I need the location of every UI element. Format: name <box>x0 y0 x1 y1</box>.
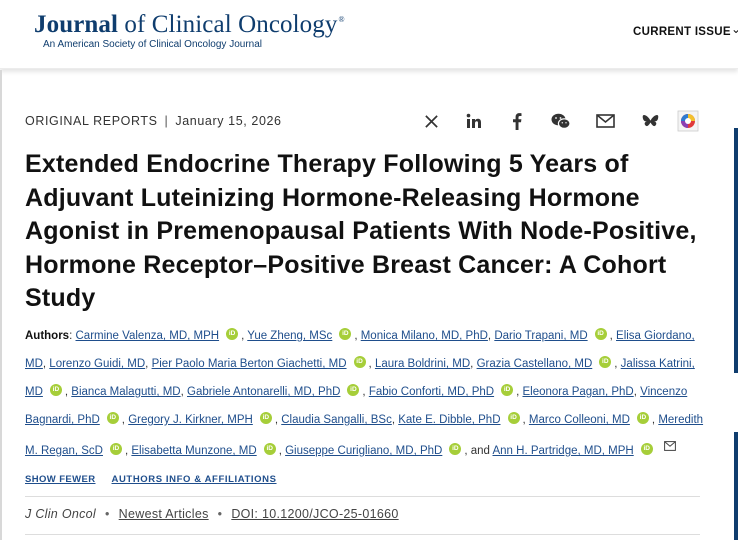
author-link[interactable]: Gregory J. Kirkner, MPH <box>128 414 253 426</box>
divider <box>25 534 700 535</box>
orcid-icon[interactable]: iD <box>449 443 462 455</box>
authors-label: Authors <box>25 330 70 342</box>
publication-date: January 15, 2026 <box>175 114 282 128</box>
bluesky-icon[interactable] <box>639 110 661 132</box>
bullet-separator: • <box>217 507 223 521</box>
authors-info-link[interactable]: AUTHORS INFO & AFFILIATIONS <box>112 474 277 485</box>
author-link[interactable]: Pier Paolo Maria Berton Giachetti, MD <box>152 358 347 370</box>
author-link[interactable]: Carmine Valenza, MD, MPH <box>76 330 220 342</box>
left-divider <box>0 70 2 540</box>
author-link[interactable]: Ann H. Partridge, MD, MPH <box>492 445 633 457</box>
author-link[interactable]: Grazia Castellano, MD <box>477 358 593 370</box>
orcid-icon[interactable]: iD <box>49 384 62 396</box>
divider <box>25 496 700 497</box>
journal-abbrev: J Clin Oncol <box>25 507 96 521</box>
author-link[interactable]: Laura Boldrini, MD <box>375 358 470 370</box>
author-link[interactable]: Monica Milano, MD, PhD <box>361 330 488 342</box>
journal-subtitle: An American Society of Clinical Oncology… <box>43 39 262 50</box>
current-issue-menu[interactable]: CURRENT ISSUE <box>633 26 731 38</box>
orcid-icon[interactable]: iD <box>106 412 119 424</box>
author-link[interactable]: Bianca Malagutti, MD <box>71 386 180 398</box>
wechat-icon[interactable] <box>550 110 572 132</box>
author-link[interactable]: Yue Zheng, MSc <box>247 330 332 342</box>
site-header: Journal of Clinical Oncology® An America… <box>0 0 738 69</box>
orcid-icon[interactable]: iD <box>640 443 653 455</box>
author-link[interactable]: Eleonora Pagan, PhD <box>522 386 633 398</box>
citation-line: J Clin Oncol • Newest Articles • DOI: 10.120… <box>25 507 399 521</box>
doi-link[interactable]: DOI: 10.1200/JCO-25-01660 <box>231 507 398 521</box>
bullet-separator: • <box>104 507 110 521</box>
author-link[interactable]: Kate E. Dibble, PhD <box>398 414 500 426</box>
right-side-tab[interactable] <box>734 128 738 373</box>
x-icon[interactable] <box>420 110 442 132</box>
meta-separator: | <box>164 114 169 128</box>
altmetric-badge[interactable] <box>677 110 699 132</box>
orcid-icon[interactable]: iD <box>594 328 607 340</box>
newest-articles-link[interactable]: Newest Articles <box>119 507 209 521</box>
orcid-icon[interactable]: iD <box>263 443 276 455</box>
orcid-icon[interactable]: iD <box>347 384 360 396</box>
right-side-tab-2[interactable] <box>734 432 738 540</box>
author-link[interactable]: Claudia Sangalli, BSc <box>281 414 392 426</box>
article-type[interactable]: ORIGINAL REPORTS <box>25 114 158 128</box>
orcid-icon[interactable]: iD <box>507 412 520 424</box>
author-link[interactable]: Marco Colleoni, MD <box>529 414 630 426</box>
journal-logo[interactable]: Journal of Clinical Oncology® <box>34 11 345 39</box>
author-link[interactable]: Elisabetta Munzone, MD <box>131 445 256 457</box>
email-icon[interactable] <box>594 110 616 132</box>
author-link[interactable]: Dario Trapani, MD <box>494 330 587 342</box>
orcid-icon[interactable]: iD <box>339 328 352 340</box>
orcid-icon[interactable]: iD <box>226 328 239 340</box>
orcid-icon[interactable]: iD <box>636 412 649 424</box>
article-meta: ORIGINAL REPORTS | January 15, 2026 <box>25 114 282 128</box>
show-fewer-button[interactable]: SHOW FEWER <box>25 474 96 485</box>
author-link[interactable]: Gabriele Antonarelli, MD, PhD <box>187 386 340 398</box>
author-link[interactable]: Giuseppe Curigliano, MD, PhD <box>285 445 442 457</box>
author-list: Authors: Carmine Valenza, MD, MPH iD, Yue… <box>25 328 704 485</box>
author-link[interactable]: Fabio Conforti, MD, PhD <box>369 386 494 398</box>
orcid-icon[interactable]: iD <box>353 356 366 368</box>
chevron-down-icon[interactable]: ⌄ <box>731 22 738 36</box>
orcid-icon[interactable]: iD <box>109 443 122 455</box>
linkedin-icon[interactable] <box>463 110 485 132</box>
orcid-icon[interactable]: iD <box>501 384 514 396</box>
article-title: Extended Endocrine Therapy Following 5 Y… <box>25 150 697 312</box>
orcid-icon[interactable]: iD <box>259 412 272 424</box>
orcid-icon[interactable]: iD <box>599 356 612 368</box>
facebook-icon[interactable] <box>506 110 528 132</box>
author-link[interactable]: Lorenzo Guidi, MD <box>49 358 145 370</box>
mail-icon[interactable] <box>663 434 676 462</box>
share-toolbar <box>420 110 710 132</box>
